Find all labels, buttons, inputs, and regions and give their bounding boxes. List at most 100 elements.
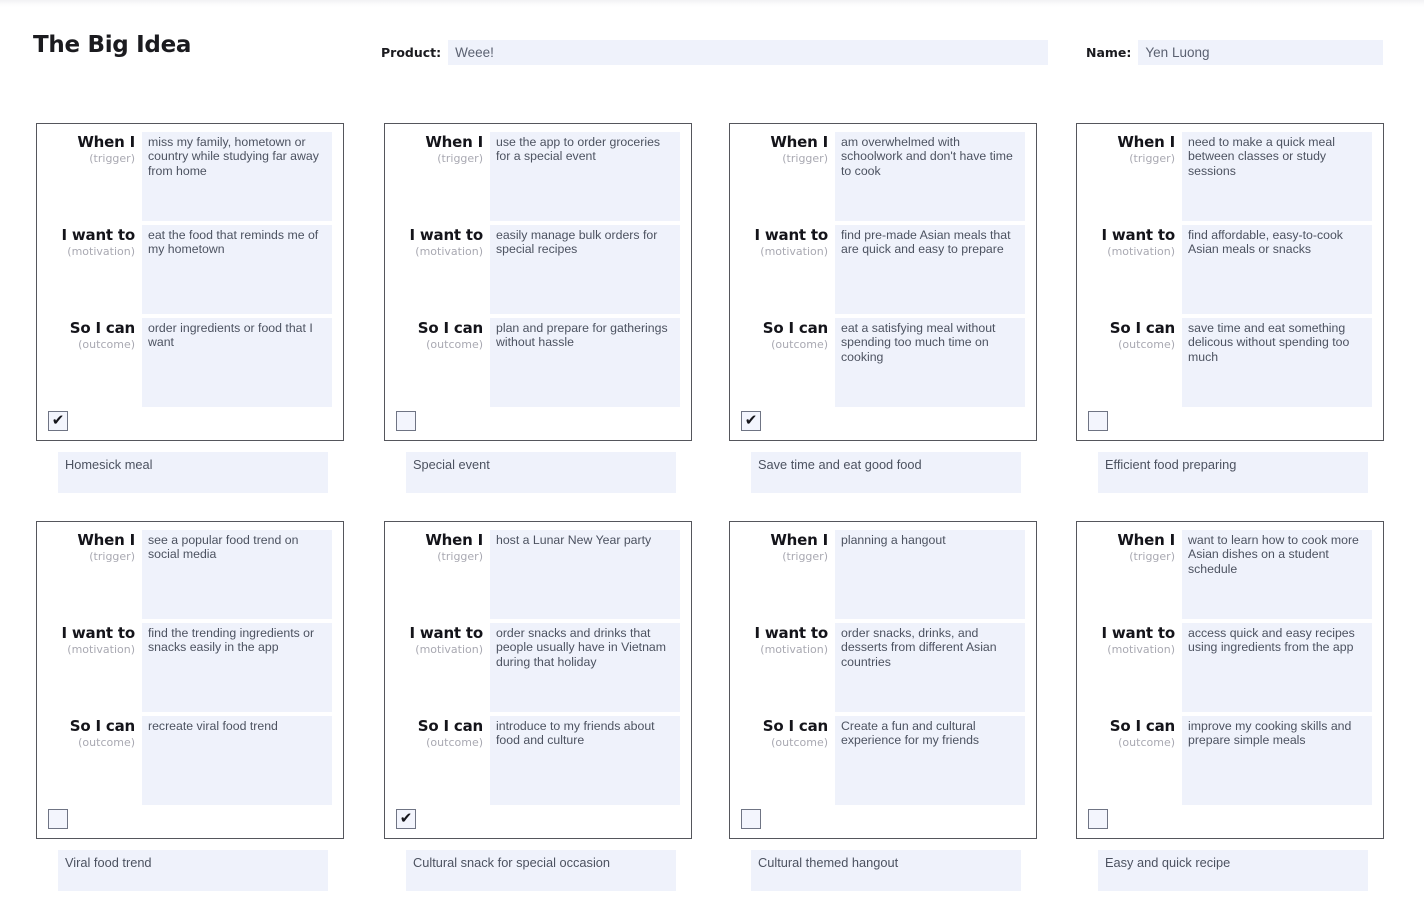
select-checkbox[interactable]: ✔ (396, 809, 416, 829)
card-row: When I (trigger) miss my family, hometow… (0, 123, 1424, 521)
worksheet-header: The Big Idea Product: Weee! Name: Yen Lu… (0, 24, 1424, 80)
trigger-label: When I (770, 133, 828, 151)
select-checkbox[interactable]: ✔ (396, 411, 416, 431)
outcome-input[interactable]: recreate viral food trend (142, 716, 332, 805)
card-caption-input[interactable]: Cultural snack for special occasion (406, 850, 676, 891)
outcome-sublabel: (outcome) (426, 736, 483, 750)
motivation-labels: I want to (motivation) (394, 225, 490, 261)
trigger-input[interactable]: planning a hangout (835, 530, 1025, 619)
card-caption-input[interactable]: Efficient food preparing (1098, 452, 1368, 493)
outcome-input[interactable]: improve my cooking skills and prepare si… (1182, 716, 1372, 805)
card-caption-input[interactable]: Homesick meal (58, 452, 328, 493)
outcome-input[interactable]: Create a fun and cultural experience for… (835, 716, 1025, 805)
motivation-input[interactable]: easily manage bulk orders for special re… (490, 225, 680, 314)
card-caption-input[interactable]: Viral food trend (58, 850, 328, 891)
story-card[interactable]: When I (trigger) see a popular food tren… (36, 521, 344, 839)
outcome-input[interactable]: eat a satisfying meal without spending t… (835, 318, 1025, 407)
product-field-group: Product: Weee! (381, 40, 1049, 65)
story-card-grid: When I (trigger) miss my family, hometow… (0, 123, 1424, 919)
motivation-input[interactable]: order snacks, drinks, and desserts from … (835, 623, 1025, 712)
story-card-cell: When I (trigger) planning a hangout I wa… (729, 521, 1037, 891)
name-label: Name: (1086, 45, 1132, 60)
story-row-outcome: So I can (outcome) eat a satisfying meal… (739, 318, 1025, 407)
trigger-sublabel: (trigger) (437, 152, 483, 166)
outcome-sublabel: (outcome) (1118, 736, 1175, 750)
select-checkbox[interactable]: ✔ (741, 411, 761, 431)
story-card[interactable]: When I (trigger) miss my family, hometow… (36, 123, 344, 441)
story-card[interactable]: When I (trigger) use the app to order gr… (384, 123, 692, 441)
motivation-input[interactable]: find pre-made Asian meals that are quick… (835, 225, 1025, 314)
story-card[interactable]: When I (trigger) am overwhelmed with sch… (729, 123, 1037, 441)
trigger-input[interactable]: am overwhelmed with schoolwork and don't… (835, 132, 1025, 221)
outcome-input[interactable]: save time and eat something delicous wit… (1182, 318, 1372, 407)
story-card[interactable]: When I (trigger) host a Lunar New Year p… (384, 521, 692, 839)
outcome-label: So I can (762, 717, 828, 735)
card-caption-input[interactable]: Cultural themed hangout (751, 850, 1021, 891)
trigger-input[interactable]: miss my family, hometown or country whil… (142, 132, 332, 221)
story-row-trigger: When I (trigger) need to make a quick me… (1086, 132, 1372, 221)
select-checkbox[interactable]: ✔ (1088, 809, 1108, 829)
trigger-sublabel: (trigger) (437, 550, 483, 564)
top-band (0, 0, 1424, 7)
card-caption-input[interactable]: Easy and quick recipe (1098, 850, 1368, 891)
name-field-group: Name: Yen Luong (1086, 40, 1384, 65)
trigger-input[interactable]: need to make a quick meal between classe… (1182, 132, 1372, 221)
story-card[interactable]: When I (trigger) want to learn how to co… (1076, 521, 1384, 839)
outcome-input[interactable]: plan and prepare for gatherings without … (490, 318, 680, 407)
outcome-labels: So I can (outcome) (46, 716, 142, 752)
story-row-trigger: When I (trigger) am overwhelmed with sch… (739, 132, 1025, 221)
trigger-label: When I (1117, 531, 1175, 549)
motivation-input[interactable]: access quick and easy recipes using ingr… (1182, 623, 1372, 712)
motivation-input[interactable]: eat the food that reminds me of my homet… (142, 225, 332, 314)
story-row-outcome: So I can (outcome) improve my cooking sk… (1086, 716, 1372, 805)
motivation-label: I want to (1101, 624, 1175, 642)
product-input[interactable]: Weee! (448, 40, 1049, 65)
story-row-motivation: I want to (motivation) order snacks, dri… (739, 623, 1025, 712)
story-row-motivation: I want to (motivation) access quick and … (1086, 623, 1372, 712)
motivation-label: I want to (1101, 226, 1175, 244)
outcome-label: So I can (1109, 717, 1175, 735)
trigger-input[interactable]: host a Lunar New Year party (490, 530, 680, 619)
select-checkbox[interactable]: ✔ (741, 809, 761, 829)
motivation-sublabel: (motivation) (415, 245, 483, 259)
story-row-motivation: I want to (motivation) find affordable, … (1086, 225, 1372, 314)
page-title: The Big Idea (33, 32, 192, 58)
motivation-label: I want to (754, 226, 828, 244)
check-icon: ✔ (51, 411, 65, 429)
motivation-input[interactable]: find affordable, easy-to-cook Asian meal… (1182, 225, 1372, 314)
outcome-input[interactable]: introduce to my friends about food and c… (490, 716, 680, 805)
select-checkbox[interactable]: ✔ (48, 809, 68, 829)
trigger-input[interactable]: want to learn how to cook more Asian dis… (1182, 530, 1372, 619)
select-checkbox[interactable]: ✔ (1088, 411, 1108, 431)
outcome-sublabel: (outcome) (78, 338, 135, 352)
motivation-sublabel: (motivation) (67, 643, 135, 657)
trigger-label: When I (77, 133, 135, 151)
trigger-input[interactable]: see a popular food trend on social media (142, 530, 332, 619)
motivation-input[interactable]: order snacks and drinks that people usua… (490, 623, 680, 712)
story-card[interactable]: When I (trigger) planning a hangout I wa… (729, 521, 1037, 839)
trigger-sublabel: (trigger) (1129, 550, 1175, 564)
trigger-labels: When I (trigger) (394, 132, 490, 168)
trigger-input[interactable]: use the app to order groceries for a spe… (490, 132, 680, 221)
card-caption-input[interactable]: Save time and eat good food (751, 452, 1021, 493)
story-row-outcome: So I can (outcome) introduce to my frien… (394, 716, 680, 805)
trigger-labels: When I (trigger) (1086, 530, 1182, 566)
card-caption-input[interactable]: Special event (406, 452, 676, 493)
outcome-labels: So I can (outcome) (46, 318, 142, 354)
trigger-label: When I (1117, 133, 1175, 151)
name-input[interactable]: Yen Luong (1138, 40, 1384, 65)
story-card[interactable]: When I (trigger) need to make a quick me… (1076, 123, 1384, 441)
outcome-label: So I can (417, 717, 483, 735)
outcome-input[interactable]: order ingredients or food that I want (142, 318, 332, 407)
select-checkbox[interactable]: ✔ (48, 411, 68, 431)
story-row-trigger: When I (trigger) want to learn how to co… (1086, 530, 1372, 619)
story-row-trigger: When I (trigger) host a Lunar New Year p… (394, 530, 680, 619)
motivation-labels: I want to (motivation) (739, 225, 835, 261)
trigger-labels: When I (trigger) (394, 530, 490, 566)
outcome-sublabel: (outcome) (426, 338, 483, 352)
motivation-labels: I want to (motivation) (1086, 225, 1182, 261)
motivation-label: I want to (61, 624, 135, 642)
motivation-input[interactable]: find the trending ingredients or snacks … (142, 623, 332, 712)
trigger-labels: When I (trigger) (46, 132, 142, 168)
outcome-labels: So I can (outcome) (394, 716, 490, 752)
